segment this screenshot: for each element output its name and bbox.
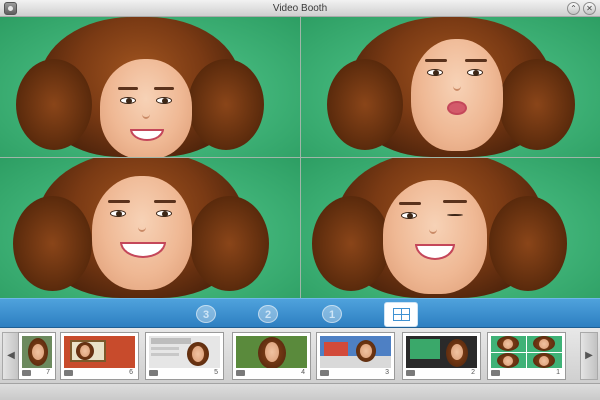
capture-toolbar: 3 2 1 (0, 298, 600, 328)
pursed-lips (446, 101, 467, 115)
thumbnail-2[interactable]: 2 (402, 332, 481, 380)
video-camera-icon (320, 370, 329, 376)
thumbnail-5[interactable]: 5 (145, 332, 224, 380)
thumbnail-3[interactable]: 3 (316, 332, 395, 380)
countdown-2-button[interactable]: 2 (258, 305, 278, 323)
thumbnail-7[interactable]: 7 (18, 332, 56, 380)
thumbnail-number: 7 (46, 369, 50, 376)
grid-icon (393, 308, 410, 321)
status-bar (0, 384, 600, 400)
grid-layout-button[interactable] (384, 302, 418, 327)
photo-grid (0, 17, 600, 298)
thumbnail-4[interactable]: 4 (232, 332, 311, 380)
window-title: Video Booth (272, 2, 328, 14)
thumbnail-number: 4 (301, 369, 305, 376)
thumbnail-6[interactable]: 6 (60, 332, 139, 380)
thumbnail-number: 3 (385, 369, 389, 376)
video-camera-icon (64, 370, 73, 376)
video-camera-icon (236, 370, 245, 376)
winking-eye (446, 214, 463, 216)
video-camera-icon (491, 370, 500, 376)
close-button[interactable]: ✕ (583, 2, 596, 15)
filmstrip: ◀ 7 6 5 4 3 2 1 ▶ (0, 328, 600, 384)
photo-cell-3[interactable] (0, 158, 300, 298)
video-camera-icon (22, 370, 31, 376)
face (410, 39, 503, 151)
title-bar: Video Booth ⌃ ✕ (0, 0, 600, 17)
photo-cell-4[interactable] (300, 158, 600, 298)
photo-cell-2[interactable] (300, 17, 600, 157)
thumbnail-number: 1 (556, 369, 560, 376)
countdown-1-button[interactable]: 1 (322, 305, 342, 323)
scroll-right-button[interactable]: ▶ (580, 332, 598, 380)
thumbnail-1[interactable]: 1 (487, 332, 566, 380)
face (92, 176, 192, 290)
maximize-button[interactable]: ⌃ (567, 2, 580, 15)
face (382, 180, 487, 294)
thumbnail-number: 2 (471, 369, 475, 376)
video-camera-icon (149, 370, 158, 376)
countdown-3-button[interactable]: 3 (196, 305, 216, 323)
thumbnail-number: 6 (129, 369, 133, 376)
face (100, 59, 192, 157)
photo-cell-1[interactable] (0, 17, 300, 157)
camera-app-icon (4, 2, 17, 15)
video-camera-icon (406, 370, 415, 376)
thumbnail-number: 5 (214, 369, 218, 376)
